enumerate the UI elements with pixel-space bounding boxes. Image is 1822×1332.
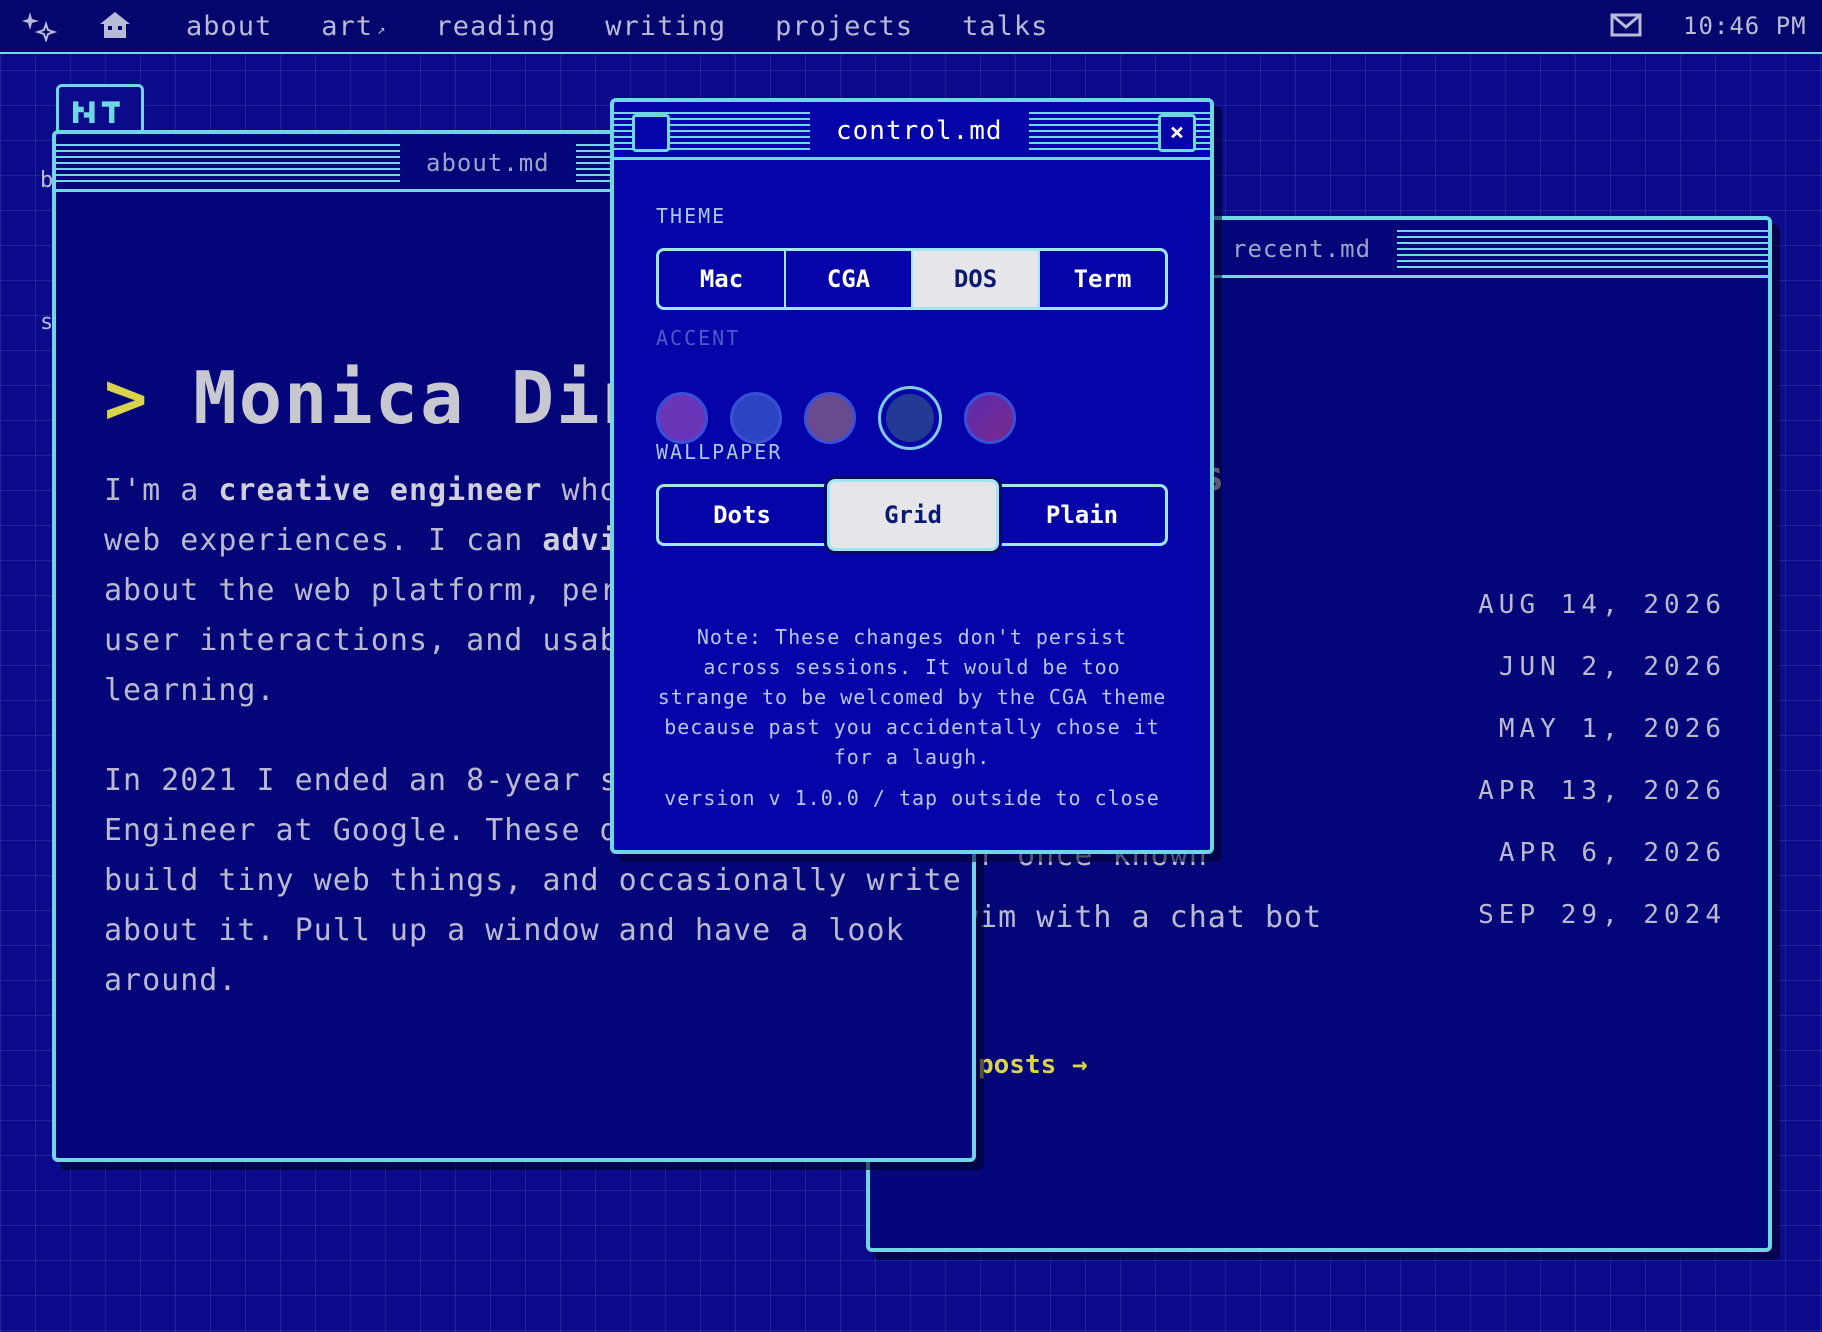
theme-option-cga[interactable]: CGA bbox=[786, 251, 913, 307]
accent-swatch[interactable] bbox=[964, 392, 1016, 444]
mail-icon[interactable] bbox=[1610, 11, 1642, 39]
accent-swatch[interactable] bbox=[804, 392, 856, 444]
theme-option-term[interactable]: Term bbox=[1040, 251, 1165, 307]
settings-note: Note: These changes don't persist across… bbox=[657, 625, 1167, 769]
nav-item-label: art bbox=[321, 10, 374, 42]
nav-item-label: talks bbox=[962, 10, 1049, 42]
wallpaper-option-dots[interactable]: Dots bbox=[659, 487, 827, 543]
clock: 10:46 PM bbox=[1683, 12, 1807, 40]
post-date: AUG 14, 2026 bbox=[1478, 590, 1726, 620]
external-link-icon: ↗ bbox=[377, 21, 387, 38]
about-window-title: about.md bbox=[400, 144, 576, 182]
accent-label: ACCENT bbox=[656, 326, 741, 350]
page-title: > Monica Din bbox=[104, 356, 647, 440]
emphasis-text: creative engineer bbox=[218, 473, 543, 508]
recent-window-title: recent.md bbox=[1206, 230, 1398, 268]
name-heading: Monica Din bbox=[193, 356, 647, 440]
nav-item-label: projects bbox=[775, 10, 914, 42]
post-date: MAY 1, 2026 bbox=[1498, 714, 1726, 744]
post-date: APR 6, 2026 bbox=[1498, 838, 1726, 868]
nav-item-label: writing bbox=[605, 10, 727, 42]
nav-item-label: reading bbox=[435, 10, 557, 42]
wallpaper-label: WALLPAPER bbox=[656, 440, 783, 464]
nav-item-talks[interactable]: talks bbox=[962, 11, 1048, 42]
paragraph-line: about it. Pull up a window and have a lo… bbox=[104, 913, 905, 948]
theme-label: THEME bbox=[656, 204, 727, 228]
control-window[interactable]: control.md × THEME Mac CGA DOS Term ACCENT … bbox=[610, 98, 1214, 854]
window-collapse-button[interactable] bbox=[632, 114, 670, 152]
paragraph-line: build tiny web things, and occasionally … bbox=[104, 863, 962, 898]
version-text: version v 1.0.0 / tap outside to close bbox=[664, 786, 1160, 810]
control-titlebar[interactable]: control.md × bbox=[614, 102, 1210, 160]
nav-item-art[interactable]: art ↗ bbox=[321, 11, 386, 42]
wallpaper-option-plain[interactable]: Plain bbox=[999, 487, 1165, 543]
nav-item-label: about bbox=[186, 10, 273, 42]
nav-item-reading[interactable]: reading bbox=[436, 11, 557, 42]
theme-option-dos[interactable]: DOS bbox=[913, 251, 1040, 307]
post-date: JUN 2, 2026 bbox=[1498, 652, 1726, 682]
wallpaper-option-grid[interactable]: Grid bbox=[827, 479, 999, 551]
wallpaper-selector: Dots Grid Plain bbox=[656, 479, 1168, 551]
theme-selector: Mac CGA DOS Term bbox=[656, 248, 1168, 310]
home-icon[interactable] bbox=[98, 10, 132, 40]
close-button[interactable]: × bbox=[1158, 114, 1196, 152]
menubar: about art ↗ reading writing projects talks 10:… bbox=[0, 0, 1822, 54]
post-row[interactable]: wim with a chat bot SEP 29, 2024 bbox=[870, 900, 1768, 940]
prompt-symbol: > bbox=[104, 356, 150, 440]
all-posts-link[interactable]: posts → bbox=[978, 1050, 1088, 1080]
post-title[interactable]: wim with a chat bot bbox=[960, 900, 1322, 935]
accent-swatch[interactable] bbox=[730, 392, 782, 444]
nav-item-about[interactable]: about bbox=[186, 11, 272, 42]
nav-item-writing[interactable]: writing bbox=[605, 11, 726, 42]
post-date: SEP 29, 2024 bbox=[1478, 900, 1726, 930]
accent-swatch[interactable] bbox=[656, 392, 708, 444]
post-date: APR 13, 2026 bbox=[1478, 776, 1726, 806]
main-nav: about art ↗ reading writing projects talks bbox=[186, 0, 1097, 52]
accent-swatch[interactable] bbox=[878, 386, 942, 450]
control-window-title: control.md bbox=[810, 112, 1029, 150]
sparkle-icon[interactable] bbox=[22, 10, 58, 42]
paragraph-line: around. bbox=[104, 963, 238, 998]
theme-option-mac[interactable]: Mac bbox=[659, 251, 786, 307]
nav-item-projects[interactable]: projects bbox=[775, 11, 913, 42]
